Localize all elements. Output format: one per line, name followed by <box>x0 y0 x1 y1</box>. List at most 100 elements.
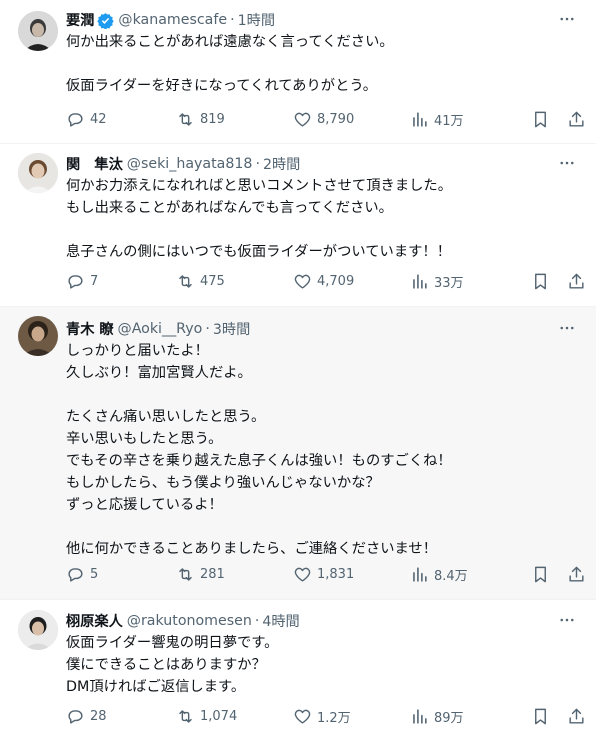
display-name[interactable]: 要潤 <box>66 10 94 30</box>
reply-button[interactable]: 7 <box>66 272 176 291</box>
action-bar: 5 281 1,831 8.4万 <box>66 563 586 585</box>
display-name[interactable]: 栩原楽人 <box>66 611 123 631</box>
text-line: 他に何かできることありましたら、ご連絡くださいませ！ <box>66 541 438 557</box>
more-icon[interactable] <box>556 609 578 631</box>
reply-button[interactable]: 5 <box>66 565 176 584</box>
like-icon <box>294 709 311 724</box>
text-line: DM頂ければご返信します。 <box>66 679 246 695</box>
views-button[interactable]: 33万 <box>410 272 530 291</box>
repost-icon <box>179 567 192 581</box>
like-button[interactable]: 4,709 <box>293 272 410 291</box>
share-icon <box>569 111 584 127</box>
text-line: 辛い思いもしたと思う。 <box>66 431 223 447</box>
share-button[interactable] <box>567 110 586 129</box>
avatar[interactable] <box>18 610 58 650</box>
like-button[interactable]: 8,790 <box>293 110 410 129</box>
repost-button[interactable]: 281 <box>176 565 293 584</box>
reply-item[interactable]: 関 隼汰 @seki_hayata818 · 2時間 何かお力添えになれればと思… <box>0 144 596 307</box>
bookmark-button[interactable] <box>531 565 550 584</box>
text-line: でもその辛さを乗り越えた息子くんは強い！ものすごくね！ <box>66 453 452 469</box>
bookmark-icon <box>535 708 546 724</box>
views-count: 89万 <box>434 710 464 726</box>
share-button[interactable] <box>567 272 586 291</box>
reply-count: 42 <box>90 111 107 127</box>
bookmark-button[interactable] <box>531 272 550 291</box>
text-line: しっかりと届いたよ！ <box>66 343 209 359</box>
like-icon <box>294 274 311 289</box>
like-icon <box>294 112 311 127</box>
reply-button[interactable]: 28 <box>66 707 176 726</box>
text-line: 久しぶり！富加宮賢人だよ。 <box>66 365 252 381</box>
repost-count: 475 <box>200 273 225 289</box>
timestamp[interactable]: 1時間 <box>238 10 275 30</box>
reply-icon <box>68 112 83 127</box>
text-line: 息子さんの側にはいつでも仮面ライダーがついています！！ <box>66 244 452 260</box>
like-count: 1.2万 <box>317 710 351 726</box>
views-count: 41万 <box>434 113 464 129</box>
timestamp[interactable]: 2時間 <box>263 154 300 174</box>
reply-count: 28 <box>90 708 107 724</box>
bookmark-button[interactable] <box>531 707 550 726</box>
bookmark-icon <box>535 566 546 582</box>
timestamp[interactable]: 4時間 <box>262 611 299 631</box>
reply-text: 何か出来ることがあれば遠慮なく言ってください。 仮面ライダーを好きになってくれて… <box>66 31 584 97</box>
action-bar: 28 1,074 1.2万 89万 <box>66 705 586 727</box>
reply-item[interactable]: 栩原楽人 @rakutonomesen · 4時間 仮面ライダー響鬼の明日夢です… <box>0 600 596 743</box>
repost-icon <box>179 274 192 288</box>
text-line: もしかしたら、もう僕より強いんじゃないかな？ <box>66 475 380 491</box>
text-line: 僕にできることはありますか？ <box>66 657 266 673</box>
username[interactable]: @Aoki__Ryo <box>118 321 203 337</box>
more-icon[interactable] <box>556 8 578 30</box>
like-count: 8,790 <box>317 111 355 127</box>
reply-icon <box>68 567 83 582</box>
views-count: 33万 <box>434 275 464 291</box>
views-button[interactable]: 41万 <box>410 110 530 129</box>
display-name[interactable]: 関 隼汰 <box>66 154 123 174</box>
bookmark-icon <box>535 111 546 127</box>
share-button[interactable] <box>567 707 586 726</box>
views-count: 8.4万 <box>434 568 468 584</box>
reply-text: 何かお力添えになれればと思いコメントさせて頂きました。 もし出来ることがあればな… <box>66 175 584 263</box>
views-button[interactable]: 89万 <box>410 707 530 726</box>
username[interactable]: @rakutonomesen <box>127 613 252 629</box>
avatar[interactable] <box>18 153 58 193</box>
views-icon <box>413 566 427 582</box>
reply-text: 仮面ライダー響鬼の明日夢です。 僕にできることはありますか？ DM頂ければご返信… <box>66 632 584 698</box>
text-line: ずっと応援しているよ！ <box>66 497 223 513</box>
action-bar: 42 819 8,790 41万 <box>66 108 586 130</box>
display-name[interactable]: 青木 瞭 <box>66 319 114 339</box>
avatar[interactable] <box>18 316 58 356</box>
repost-icon <box>179 112 192 126</box>
share-icon <box>569 566 584 582</box>
like-count: 4,709 <box>317 273 355 289</box>
views-icon <box>413 708 427 724</box>
share-button[interactable] <box>567 565 586 584</box>
more-icon[interactable] <box>556 152 578 174</box>
text-line: 何かお力添えになれればと思いコメントさせて頂きました。 <box>66 178 453 194</box>
like-icon <box>294 567 311 582</box>
views-icon <box>413 273 427 289</box>
more-icon[interactable] <box>556 317 578 339</box>
reply-text: しっかりと届いたよ！ 久しぶり！富加宮賢人だよ。 たくさん痛い思いしたと思う。 … <box>66 340 584 560</box>
share-icon <box>569 708 584 724</box>
reply-button[interactable]: 42 <box>66 110 176 129</box>
username[interactable]: @kanamescafe <box>118 12 227 28</box>
repost-button[interactable]: 1,074 <box>176 707 293 726</box>
reply-item[interactable]: 青木 瞭 @Aoki__Ryo · 3時間 しっかりと届いたよ！ 久しぶり！富加… <box>0 307 596 600</box>
reply-item[interactable]: 要潤 @kanamescafe · 1時間 何か出来ることがあれば遠慮なく言って… <box>0 0 596 144</box>
avatar[interactable] <box>18 11 58 51</box>
reply-icon <box>68 274 83 289</box>
reply-icon <box>68 709 83 724</box>
username[interactable]: @seki_hayata818 <box>127 156 253 172</box>
like-count: 1,831 <box>317 566 355 582</box>
views-button[interactable]: 8.4万 <box>410 565 530 584</box>
repost-count: 281 <box>200 566 225 582</box>
timestamp[interactable]: 3時間 <box>213 319 250 339</box>
repost-button[interactable]: 475 <box>176 272 293 291</box>
like-button[interactable]: 1,831 <box>293 565 410 584</box>
text-line: 仮面ライダーを好きになってくれてありがとう。 <box>66 78 378 94</box>
bookmark-button[interactable] <box>531 110 550 129</box>
like-button[interactable]: 1.2万 <box>293 707 410 726</box>
repost-count: 1,074 <box>200 708 238 724</box>
repost-button[interactable]: 819 <box>176 110 293 129</box>
